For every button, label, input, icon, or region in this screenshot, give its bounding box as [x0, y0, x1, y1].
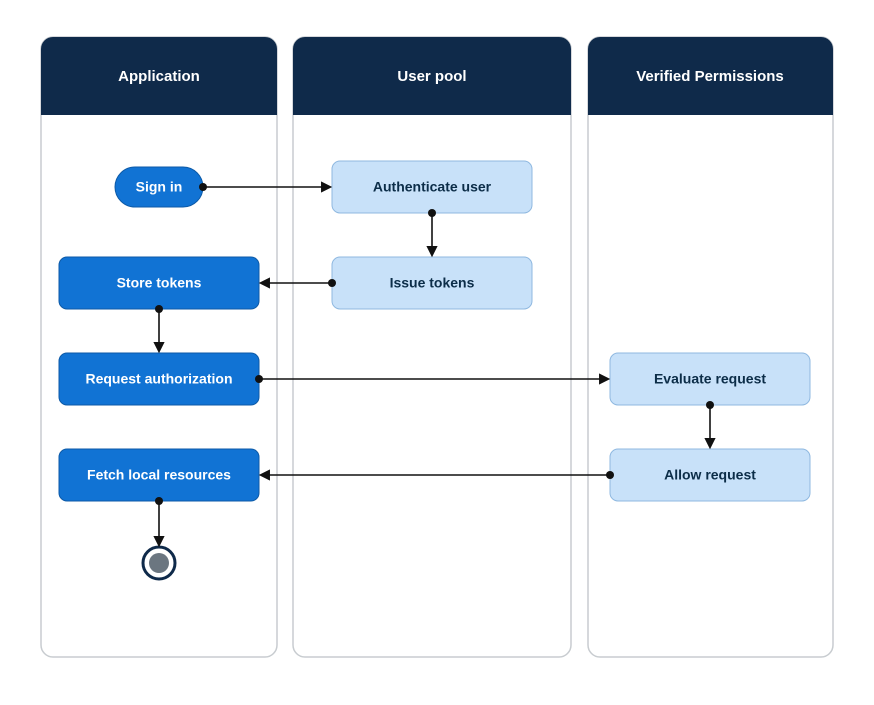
node-request-authorization-label: Request authorization — [85, 371, 232, 387]
lane-header-application: Application — [118, 68, 200, 85]
node-request-authorization: Request authorization — [59, 353, 259, 405]
node-allow-request: Allow request — [610, 449, 810, 501]
node-fetch-local-resources-label: Fetch local resources — [87, 467, 231, 483]
lane-user-pool: User pool — [293, 37, 571, 657]
node-authenticate-user-label: Authenticate user — [373, 179, 492, 195]
swimlane-diagram: Application User pool Verified Permissio… — [0, 0, 874, 705]
node-evaluate-request-label: Evaluate request — [654, 371, 766, 387]
node-sign-in-label: Sign in — [136, 179, 183, 195]
node-authenticate-user: Authenticate user — [332, 161, 532, 213]
lane-header-user-pool: User pool — [397, 68, 466, 85]
node-store-tokens-label: Store tokens — [117, 275, 202, 291]
node-store-tokens: Store tokens — [59, 257, 259, 309]
node-fetch-local-resources: Fetch local resources — [59, 449, 259, 501]
node-sign-in: Sign in — [115, 167, 203, 207]
lane-verified-permissions: Verified Permissions — [588, 37, 833, 657]
node-evaluate-request: Evaluate request — [610, 353, 810, 405]
node-allow-request-label: Allow request — [664, 467, 756, 483]
lane-header-verified-permissions: Verified Permissions — [636, 68, 784, 85]
node-issue-tokens: Issue tokens — [332, 257, 532, 309]
node-issue-tokens-label: Issue tokens — [390, 275, 475, 291]
